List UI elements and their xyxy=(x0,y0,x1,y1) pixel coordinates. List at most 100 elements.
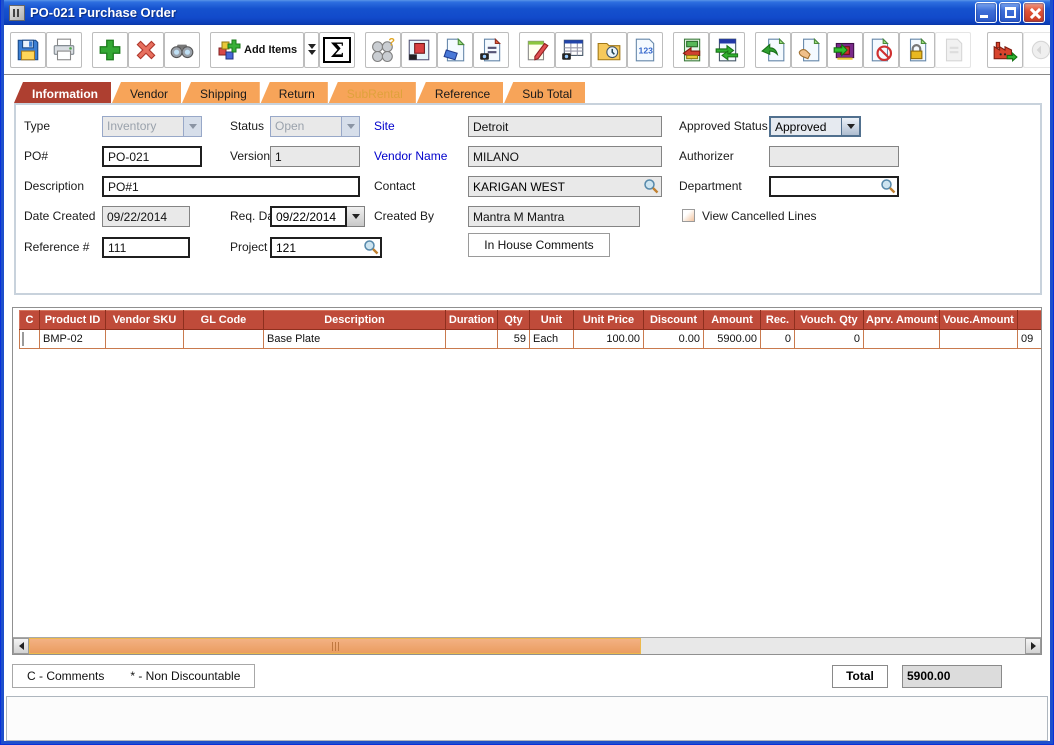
req-date-field[interactable] xyxy=(270,206,347,227)
date-created-field xyxy=(102,206,190,227)
document-snapshot-icon[interactable] xyxy=(473,32,509,68)
cell-unit[interactable]: Each xyxy=(530,330,574,349)
row-checkbox[interactable] xyxy=(22,332,24,346)
count-sheet-icon[interactable]: 123 xyxy=(627,32,663,68)
edit-document-icon[interactable] xyxy=(437,32,473,68)
tab-vendor[interactable]: Vendor xyxy=(112,82,181,103)
print-icon[interactable] xyxy=(46,32,82,68)
date-dropdown-icon[interactable] xyxy=(347,206,365,227)
description-label: Description xyxy=(24,176,84,196)
search-icon[interactable] xyxy=(363,239,379,255)
scrollbar-track[interactable] xyxy=(29,638,1025,654)
scroll-right-icon[interactable] xyxy=(1025,638,1041,654)
col-vendor-sku[interactable]: Vendor SKU xyxy=(106,311,184,330)
availability-icon[interactable]: ? xyxy=(365,32,401,68)
minimize-button[interactable] xyxy=(975,2,997,23)
cell-discount[interactable]: 0.00 xyxy=(644,330,704,349)
lock-document-icon[interactable] xyxy=(899,32,935,68)
header-row: C Product ID Vendor SKU GL Code Descript… xyxy=(20,311,1042,330)
cell-vendor-sku[interactable] xyxy=(106,330,184,349)
save-icon[interactable] xyxy=(10,32,46,68)
import-items-icon[interactable] xyxy=(673,32,709,68)
grid-snapshot-icon[interactable] xyxy=(555,32,591,68)
svg-text:?: ? xyxy=(389,37,396,49)
approved-status-combo[interactable]: Approved xyxy=(769,116,861,137)
col-amount[interactable]: Amount xyxy=(704,311,761,330)
tab-reference[interactable]: Reference xyxy=(417,82,503,103)
toolbar: Add Items Σ ? xyxy=(4,25,1050,75)
col-vouc-amount[interactable]: Vouc.Amount xyxy=(940,311,1018,330)
sum-icon[interactable]: Σ xyxy=(319,32,355,68)
col-gl-code[interactable]: GL Code xyxy=(184,311,264,330)
information-form: Type Inventory Status Open Site Approved… xyxy=(14,103,1042,295)
col-c[interactable]: C xyxy=(20,311,40,330)
cell-gl-code[interactable] xyxy=(184,330,264,349)
window-title: PO-021 Purchase Order xyxy=(30,5,970,20)
add-items-label: Add Items xyxy=(244,44,297,56)
total-label: Total xyxy=(832,665,888,688)
col-rec[interactable]: Rec. xyxy=(761,311,795,330)
cell-product-id[interactable]: BMP-02 xyxy=(40,330,106,349)
col-description[interactable]: Description xyxy=(264,311,446,330)
col-qty[interactable]: Qty xyxy=(498,311,530,330)
view-cancelled-lines-checkbox[interactable] xyxy=(682,209,695,222)
in-house-comments-button[interactable]: In House Comments xyxy=(468,233,610,257)
col-unit[interactable]: Unit xyxy=(530,311,574,330)
col-product-id[interactable]: Product ID xyxy=(40,311,106,330)
scroll-left-icon[interactable] xyxy=(13,638,29,654)
cell-vouch-qty[interactable]: 0 xyxy=(795,330,864,349)
cell-description[interactable]: Base Plate xyxy=(264,330,446,349)
tab-shipping[interactable]: Shipping xyxy=(182,82,260,103)
close-button[interactable] xyxy=(1023,2,1045,23)
tab-return[interactable]: Return xyxy=(261,82,328,103)
description-field[interactable] xyxy=(102,176,360,197)
maximize-button[interactable] xyxy=(999,2,1021,23)
table-row[interactable]: BMP-02 Base Plate 59 Each 100.00 0.00 59… xyxy=(20,330,1042,349)
app-icon xyxy=(9,5,25,21)
reference-number-field[interactable] xyxy=(102,237,190,258)
tab-information[interactable]: Information xyxy=(14,82,111,103)
delete-icon[interactable] xyxy=(128,32,164,68)
purchase-order-window: PO-021 Purchase Order xyxy=(0,0,1054,745)
status-combo: Open xyxy=(270,116,360,137)
item-details-icon[interactable] xyxy=(401,32,437,68)
cell-duration[interactable] xyxy=(446,330,498,349)
cancel-document-icon[interactable] xyxy=(863,32,899,68)
horizontal-scrollbar[interactable] xyxy=(13,637,1041,654)
version-label: Version xyxy=(230,146,270,166)
invoice-exchange-icon[interactable] xyxy=(709,32,745,68)
tab-subtotal[interactable]: Sub Total xyxy=(504,82,585,103)
po-number-field[interactable] xyxy=(102,146,202,167)
cell-amount[interactable]: 5900.00 xyxy=(704,330,761,349)
req-date-field-wrap xyxy=(270,206,365,227)
chevron-down-icon[interactable] xyxy=(841,118,859,135)
copy-document-icon xyxy=(935,32,971,68)
notes-icon[interactable] xyxy=(519,32,555,68)
factory-order-icon[interactable] xyxy=(987,32,1023,68)
cell-clipped[interactable]: 09 xyxy=(1018,330,1042,349)
add-items-icon xyxy=(217,38,241,62)
search-icon[interactable] xyxy=(880,178,896,194)
add-items-dropdown-icon[interactable] xyxy=(304,32,319,68)
cell-qty[interactable]: 59 xyxy=(498,330,530,349)
cell-aprv-amount[interactable] xyxy=(864,330,940,349)
col-duration[interactable]: Duration xyxy=(446,311,498,330)
type-combo: Inventory xyxy=(102,116,202,137)
equipment-transfer-icon[interactable] xyxy=(827,32,863,68)
version-field xyxy=(270,146,360,167)
add-icon[interactable] xyxy=(92,32,128,68)
search-icon[interactable] xyxy=(643,178,659,194)
col-aprv-amount[interactable]: Aprv. Amount xyxy=(864,311,940,330)
col-vouch-qty[interactable]: Vouch. Qty xyxy=(795,311,864,330)
folder-history-icon[interactable] xyxy=(591,32,627,68)
scrollbar-thumb[interactable] xyxy=(29,638,641,654)
export-document-icon[interactable] xyxy=(755,32,791,68)
cell-vouc-amount[interactable] xyxy=(940,330,1018,349)
add-items-button[interactable]: Add Items xyxy=(210,32,304,68)
col-unit-price[interactable]: Unit Price xyxy=(574,311,644,330)
find-icon[interactable] xyxy=(164,32,200,68)
cell-unit-price[interactable]: 100.00 xyxy=(574,330,644,349)
receive-items-icon[interactable] xyxy=(791,32,827,68)
cell-rec[interactable]: 0 xyxy=(761,330,795,349)
col-discount[interactable]: Discount xyxy=(644,311,704,330)
